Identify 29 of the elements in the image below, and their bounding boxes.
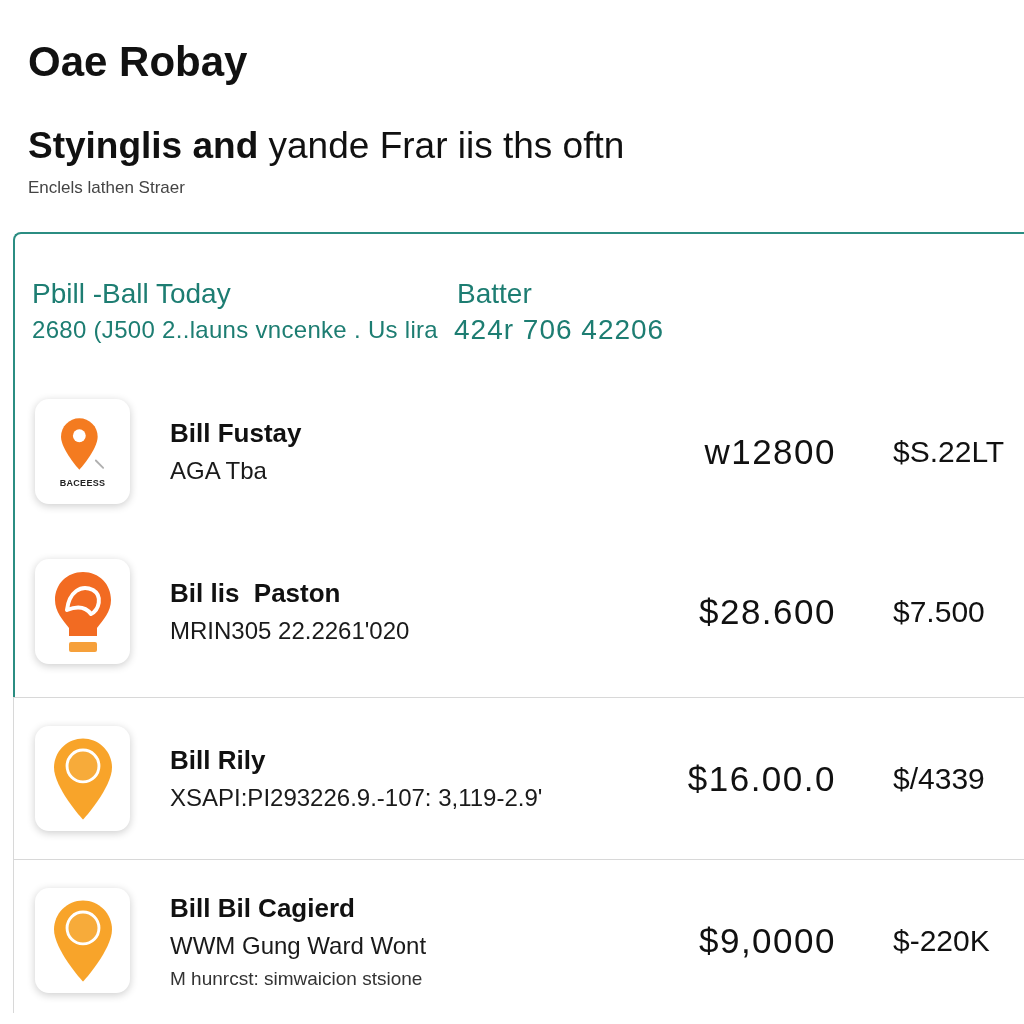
bill-name: Bill Fustay	[170, 416, 303, 450]
page-subtitle: Enclels lathen Straer	[28, 177, 186, 199]
bill-name: Bill Bil Cagierd	[170, 891, 356, 925]
bill-detail: WWM Gung Ward Wont	[170, 930, 428, 961]
bill-detail: XSAPI:PI293226.9.-107: 3,119-2.9'	[170, 782, 544, 813]
icon-label: BACEESS	[59, 477, 106, 488]
bill-name: Bill Rily	[170, 743, 267, 777]
bill-note: M hunrcst: simwaicion stsione	[170, 966, 424, 991]
bill-amount: $9,0000	[697, 920, 836, 961]
bill-amount: $28.600	[697, 591, 836, 632]
map-pin-icon	[53, 899, 112, 982]
secondary-amount: $/4339	[893, 760, 986, 797]
secondary-amount: $-220K	[893, 922, 991, 959]
card-title: Pbill -Ball Today	[32, 277, 232, 311]
bill-amount: $16.00.0	[686, 758, 836, 799]
lightbulb-icon	[52, 569, 113, 654]
card-total: 424r 706 42206	[454, 315, 665, 345]
bill-name: Bil lis Paston	[170, 576, 342, 610]
secondary-amount: $S.22LT	[893, 433, 1006, 470]
page-title: Oae Robay	[28, 37, 249, 87]
secondary-amount: $7.500	[893, 593, 986, 630]
bill-detail: MRIN305 22.2261'020	[170, 615, 411, 646]
card-summary: 2680 (J500 2..launs vncenke . Us lira	[32, 315, 438, 345]
page-heading: Styinglis and yande Frar iis ths oftn	[28, 124, 626, 168]
column-label: Batter	[457, 277, 532, 311]
map-pin-icon	[53, 737, 112, 820]
map-pin-icon	[60, 415, 105, 472]
bill-amount: w12800	[703, 431, 836, 472]
bill-detail: AGA Tba	[170, 455, 268, 486]
